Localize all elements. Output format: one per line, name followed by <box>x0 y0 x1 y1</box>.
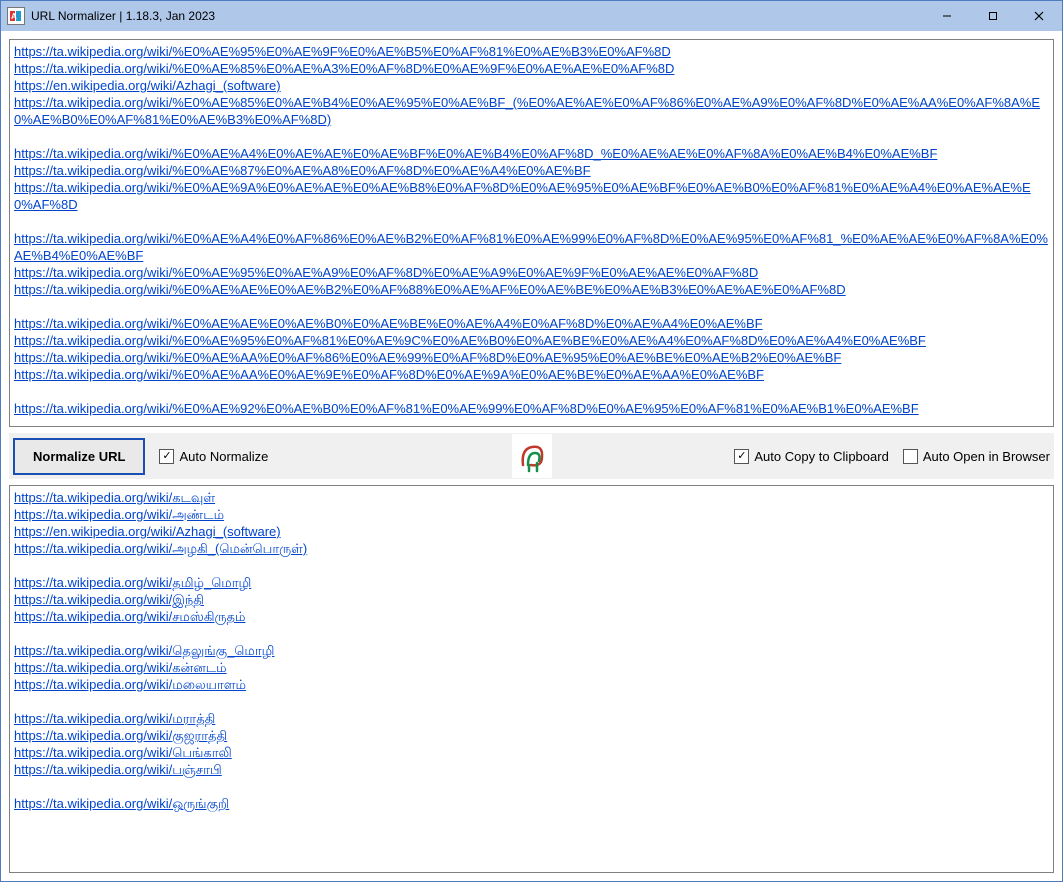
url-link[interactable]: https://ta.wikipedia.org/wiki/%E0%AE%95%… <box>14 333 926 348</box>
output-url-row: https://ta.wikipedia.org/wiki/மலையாளம் <box>14 676 1049 693</box>
toolbar: Normalize URL ✓ Auto Normalize ✓ Auto Co… <box>9 433 1054 479</box>
input-url-row: https://ta.wikipedia.org/wiki/%E0%AE%AA%… <box>14 349 1049 366</box>
input-url-row: https://en.wikipedia.org/wiki/Azhagi_(so… <box>14 77 1049 94</box>
output-url-row: https://ta.wikipedia.org/wiki/கடவுள் <box>14 489 1049 506</box>
titlebar: A URL Normalizer | 1.18.3, Jan 2023 <box>1 1 1062 31</box>
output-url-row: https://ta.wikipedia.org/wiki/இந்தி <box>14 591 1049 608</box>
input-url-row: https://ta.wikipedia.org/wiki/%E0%AE%95%… <box>14 332 1049 349</box>
maximize-button[interactable] <box>970 1 1016 31</box>
auto-open-checkbox[interactable]: Auto Open in Browser <box>903 449 1050 464</box>
url-link[interactable]: https://ta.wikipedia.org/wiki/%E0%AE%AA%… <box>14 367 764 382</box>
blank-row <box>14 298 1049 315</box>
output-url-row: https://ta.wikipedia.org/wiki/அழகி_(மென்… <box>14 540 1049 557</box>
input-url-row: https://ta.wikipedia.org/wiki/%E0%AE%95%… <box>14 43 1049 60</box>
blank-row <box>14 625 1049 642</box>
url-link[interactable]: https://ta.wikipedia.org/wiki/%E0%AE%A4%… <box>14 231 1048 263</box>
auto-copy-checkbox[interactable]: ✓ Auto Copy to Clipboard <box>734 449 888 464</box>
input-url-pane[interactable]: https://ta.wikipedia.org/wiki/%E0%AE%95%… <box>9 39 1054 427</box>
url-link[interactable]: https://ta.wikipedia.org/wiki/%E0%AE%95%… <box>14 44 671 59</box>
url-link[interactable]: https://ta.wikipedia.org/wiki/அண்டம் <box>14 507 224 522</box>
url-link[interactable]: https://ta.wikipedia.org/wiki/%E0%AE%9A%… <box>14 180 1031 212</box>
url-link[interactable]: https://ta.wikipedia.org/wiki/மலையாளம் <box>14 677 246 692</box>
url-link[interactable]: https://ta.wikipedia.org/wiki/ஒருங்குறி <box>14 796 229 811</box>
url-link[interactable]: https://ta.wikipedia.org/wiki/தெலுங்கு_ம… <box>14 643 274 658</box>
input-url-row: https://ta.wikipedia.org/wiki/%E0%AE%85%… <box>14 60 1049 77</box>
input-url-row: https://ta.wikipedia.org/wiki/%E0%AE%A4%… <box>14 145 1049 162</box>
input-url-row: https://ta.wikipedia.org/wiki/%E0%AE%85%… <box>14 94 1049 128</box>
output-url-row: https://ta.wikipedia.org/wiki/குஜராத்தி <box>14 727 1049 744</box>
url-link[interactable]: https://ta.wikipedia.org/wiki/கடவுள் <box>14 490 215 505</box>
input-url-row: https://ta.wikipedia.org/wiki/%E0%AE%87%… <box>14 162 1049 179</box>
output-url-row: https://ta.wikipedia.org/wiki/சமஸ்கிருதம… <box>14 608 1049 625</box>
input-url-row: https://ta.wikipedia.org/wiki/%E0%AE%A4%… <box>14 230 1049 264</box>
app-icon: A <box>7 7 25 25</box>
output-url-row: https://ta.wikipedia.org/wiki/கன்னடம் <box>14 659 1049 676</box>
url-link[interactable]: https://ta.wikipedia.org/wiki/%E0%AE%AE%… <box>14 316 763 331</box>
url-link[interactable]: https://ta.wikipedia.org/wiki/அழகி_(மென்… <box>14 541 307 556</box>
toolbar-right-group: ✓ Auto Copy to Clipboard Auto Open in Br… <box>734 449 1050 464</box>
auto-normalize-label: Auto Normalize <box>179 449 268 464</box>
input-url-row: https://ta.wikipedia.org/wiki/%E0%AE%AE%… <box>14 281 1049 298</box>
checkbox-box: ✓ <box>159 449 174 464</box>
output-url-row: https://en.wikipedia.org/wiki/Azhagi_(so… <box>14 523 1049 540</box>
url-link[interactable]: https://ta.wikipedia.org/wiki/தமிழ்_மொழி <box>14 575 251 590</box>
auto-open-label: Auto Open in Browser <box>923 449 1050 464</box>
input-url-row: https://ta.wikipedia.org/wiki/%E0%AE%AE%… <box>14 315 1049 332</box>
url-link[interactable]: https://ta.wikipedia.org/wiki/மராத்தி <box>14 711 215 726</box>
url-link[interactable]: https://ta.wikipedia.org/wiki/%E0%AE%A4%… <box>14 146 937 161</box>
blank-row <box>14 778 1049 795</box>
output-url-row: https://ta.wikipedia.org/wiki/தமிழ்_மொழி <box>14 574 1049 591</box>
svg-text:A: A <box>11 12 17 21</box>
normalize-url-button[interactable]: Normalize URL <box>13 438 145 475</box>
output-url-row: https://ta.wikipedia.org/wiki/தெலுங்கு_ம… <box>14 642 1049 659</box>
input-url-row: https://ta.wikipedia.org/wiki/%E0%AE%92%… <box>14 400 1049 417</box>
url-link[interactable]: https://ta.wikipedia.org/wiki/பஞ்சாபி <box>14 762 222 777</box>
output-url-row: https://ta.wikipedia.org/wiki/மராத்தி <box>14 710 1049 727</box>
url-link[interactable]: https://ta.wikipedia.org/wiki/%E0%AE%92%… <box>14 401 919 416</box>
normalize-url-button-label: Normalize URL <box>33 449 125 464</box>
url-link[interactable]: https://ta.wikipedia.org/wiki/%E0%AE%87%… <box>14 163 591 178</box>
client-area: https://ta.wikipedia.org/wiki/%E0%AE%95%… <box>1 31 1062 881</box>
url-link[interactable]: https://ta.wikipedia.org/wiki/%E0%AE%85%… <box>14 61 674 76</box>
minimize-button[interactable] <box>924 1 970 31</box>
tamil-letter-icon <box>512 434 552 478</box>
url-link[interactable]: https://en.wikipedia.org/wiki/Azhagi_(so… <box>14 78 281 93</box>
output-url-row: https://ta.wikipedia.org/wiki/அண்டம் <box>14 506 1049 523</box>
blank-row <box>14 128 1049 145</box>
input-url-row: https://ta.wikipedia.org/wiki/%E0%AE%9A%… <box>14 179 1049 213</box>
checkbox-box: ✓ <box>734 449 749 464</box>
blank-row <box>14 557 1049 574</box>
url-link[interactable]: https://ta.wikipedia.org/wiki/குஜராத்தி <box>14 728 227 743</box>
app-window: A URL Normalizer | 1.18.3, Jan 2023 http… <box>0 0 1063 882</box>
url-link[interactable]: https://en.wikipedia.org/wiki/Azhagi_(so… <box>14 524 281 539</box>
url-link[interactable]: https://ta.wikipedia.org/wiki/%E0%AE%AE%… <box>14 282 846 297</box>
auto-copy-label: Auto Copy to Clipboard <box>754 449 888 464</box>
url-link[interactable]: https://ta.wikipedia.org/wiki/%E0%AE%AA%… <box>14 350 841 365</box>
input-url-row: https://ta.wikipedia.org/wiki/%E0%AE%95%… <box>14 264 1049 281</box>
output-url-row: https://ta.wikipedia.org/wiki/ஒருங்குறி <box>14 795 1049 812</box>
output-url-row: https://ta.wikipedia.org/wiki/பெங்காலி <box>14 744 1049 761</box>
blank-row <box>14 693 1049 710</box>
url-link[interactable]: https://ta.wikipedia.org/wiki/கன்னடம் <box>14 660 227 675</box>
input-url-row: https://ta.wikipedia.org/wiki/%E0%AE%AA%… <box>14 366 1049 383</box>
url-link[interactable]: https://ta.wikipedia.org/wiki/பெங்காலி <box>14 745 232 760</box>
url-link[interactable]: https://ta.wikipedia.org/wiki/இந்தி <box>14 592 204 607</box>
url-link[interactable]: https://ta.wikipedia.org/wiki/சமஸ்கிருதம… <box>14 609 246 624</box>
auto-normalize-checkbox[interactable]: ✓ Auto Normalize <box>159 449 268 464</box>
blank-row <box>14 213 1049 230</box>
close-button[interactable] <box>1016 1 1062 31</box>
url-link[interactable]: https://ta.wikipedia.org/wiki/%E0%AE%85%… <box>14 95 1040 127</box>
url-link[interactable]: https://ta.wikipedia.org/wiki/%E0%AE%95%… <box>14 265 758 280</box>
window-title: URL Normalizer | 1.18.3, Jan 2023 <box>31 9 924 23</box>
checkbox-box <box>903 449 918 464</box>
output-url-row: https://ta.wikipedia.org/wiki/பஞ்சாபி <box>14 761 1049 778</box>
window-controls <box>924 1 1062 31</box>
blank-row <box>14 383 1049 400</box>
output-url-pane[interactable]: https://ta.wikipedia.org/wiki/கடவுள் http… <box>9 485 1054 873</box>
